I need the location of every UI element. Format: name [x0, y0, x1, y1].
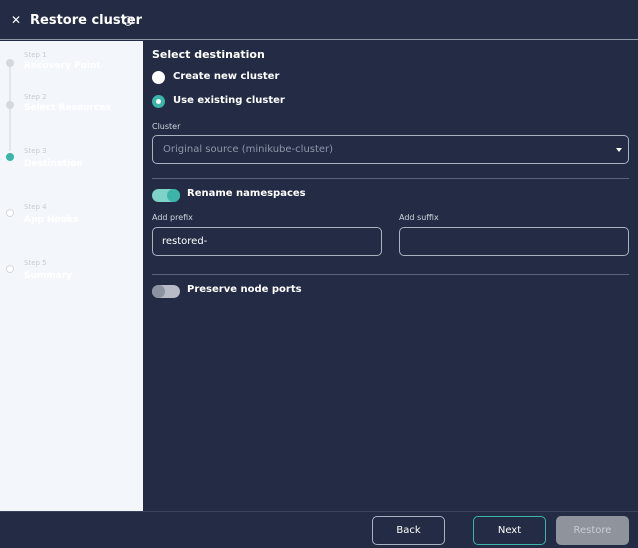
step-summary[interactable]: Step 5 Summary	[0, 255, 143, 285]
info-icon[interactable]	[123, 16, 133, 26]
add-suffix-label: Add suffix	[399, 213, 439, 222]
use-existing-cluster-label[interactable]: Use existing cluster	[173, 95, 285, 106]
step-label: Recovery Point	[24, 61, 101, 71]
step-label: Select Resources	[24, 103, 111, 113]
toggle-knob	[152, 285, 165, 298]
step-label: Destination	[24, 159, 83, 169]
cluster-label: Cluster	[152, 122, 181, 131]
preserve-node-ports-toggle[interactable]	[152, 285, 180, 298]
step-number: Step 2	[24, 93, 47, 101]
create-new-cluster-radio[interactable]	[152, 71, 165, 84]
step-number: Step 5	[24, 259, 47, 267]
step-dot	[6, 101, 14, 109]
step-select-resources[interactable]: Step 2 Select Resources	[0, 87, 143, 117]
add-prefix-input[interactable]	[152, 227, 382, 256]
step-number: Step 4	[24, 203, 47, 211]
step-number: Step 1	[24, 51, 47, 59]
step-sidebar: Step 1 Recovery Point Step 2 Select Reso…	[0, 41, 143, 511]
step-dot	[6, 209, 14, 217]
step-dot	[6, 265, 14, 273]
destination-panel: Select destination Create new cluster Us…	[143, 41, 638, 511]
preserve-node-ports-label: Preserve node ports	[187, 284, 302, 295]
step-number: Step 3	[24, 147, 47, 155]
step-recovery-point[interactable]: Step 1 Recovery Point	[0, 45, 143, 75]
close-icon[interactable]: ✕	[11, 12, 21, 28]
back-button[interactable]: Back	[372, 516, 445, 545]
cluster-select-value: Original source (minikube-cluster)	[163, 144, 334, 155]
rename-namespaces-label: Rename namespaces	[187, 188, 306, 199]
divider	[152, 178, 629, 179]
cluster-select[interactable]: Original source (minikube-cluster)	[152, 135, 629, 164]
step-dot	[6, 59, 14, 67]
step-app-hooks[interactable]: Step 4 App Hooks	[0, 199, 143, 229]
add-suffix-input[interactable]	[399, 227, 629, 256]
add-prefix-label: Add prefix	[152, 213, 193, 222]
chevron-down-icon	[616, 148, 622, 152]
dialog-header: ✕ Restore cluster	[0, 0, 638, 40]
step-label: Summary	[24, 271, 73, 281]
step-dot-active	[6, 153, 14, 161]
divider	[152, 274, 629, 275]
rename-namespaces-toggle[interactable]	[152, 189, 180, 202]
toggle-knob	[167, 189, 180, 202]
create-new-cluster-label[interactable]: Create new cluster	[173, 71, 279, 82]
section-title: Select destination	[152, 48, 265, 61]
restore-button[interactable]: Restore	[556, 516, 629, 545]
step-destination[interactable]: Step 3 Destination	[0, 143, 143, 173]
next-button[interactable]: Next	[473, 516, 546, 545]
step-label: App Hooks	[24, 215, 79, 225]
use-existing-cluster-radio[interactable]	[152, 95, 165, 108]
dialog-footer: Back Next Restore	[0, 511, 638, 548]
